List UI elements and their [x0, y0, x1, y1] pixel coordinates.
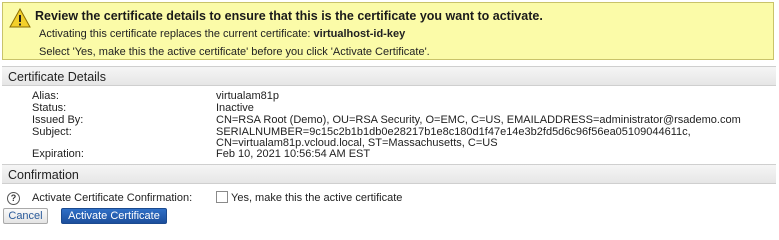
alias-value: virtualam81p: [216, 90, 279, 102]
activate-certificate-button[interactable]: Activate Certificate: [61, 208, 167, 224]
warning-instruction: Select 'Yes, make this the active certif…: [39, 46, 430, 58]
warning-banner: Review the certificate details to ensure…: [2, 2, 774, 60]
certificate-details-header: Certificate Details: [2, 66, 776, 86]
current-certificate-name: virtualhost-id-key: [313, 28, 406, 40]
warning-title: Review the certificate details to ensure…: [35, 9, 543, 23]
warning-replace-text: Activating this certificate replaces the…: [39, 28, 311, 40]
alias-label: Alias:: [32, 90, 59, 102]
warning-icon: [9, 8, 31, 28]
status-value: Inactive: [216, 102, 254, 114]
status-label: Status:: [32, 102, 67, 114]
confirmation-header: Confirmation: [2, 164, 776, 184]
cancel-button[interactable]: Cancel: [3, 208, 48, 224]
confirm-checkbox[interactable]: [216, 191, 228, 203]
expiration-label: Expiration:: [32, 148, 84, 160]
issued-by-label: Issued By:: [32, 114, 84, 126]
confirmation-label: Activate Certificate Confirmation:: [32, 192, 193, 204]
expiration-value: Feb 10, 2021 10:56:54 AM EST: [216, 148, 371, 160]
subject-label: Subject:: [32, 126, 72, 138]
confirm-checkbox-label[interactable]: Yes, make this the active certificate: [231, 192, 402, 204]
issued-by-value: CN=RSA Root (Demo), OU=RSA Security, O=E…: [216, 114, 741, 126]
warning-replace-line: Activating this certificate replaces the…: [39, 28, 405, 40]
help-icon[interactable]: ?: [7, 192, 20, 205]
